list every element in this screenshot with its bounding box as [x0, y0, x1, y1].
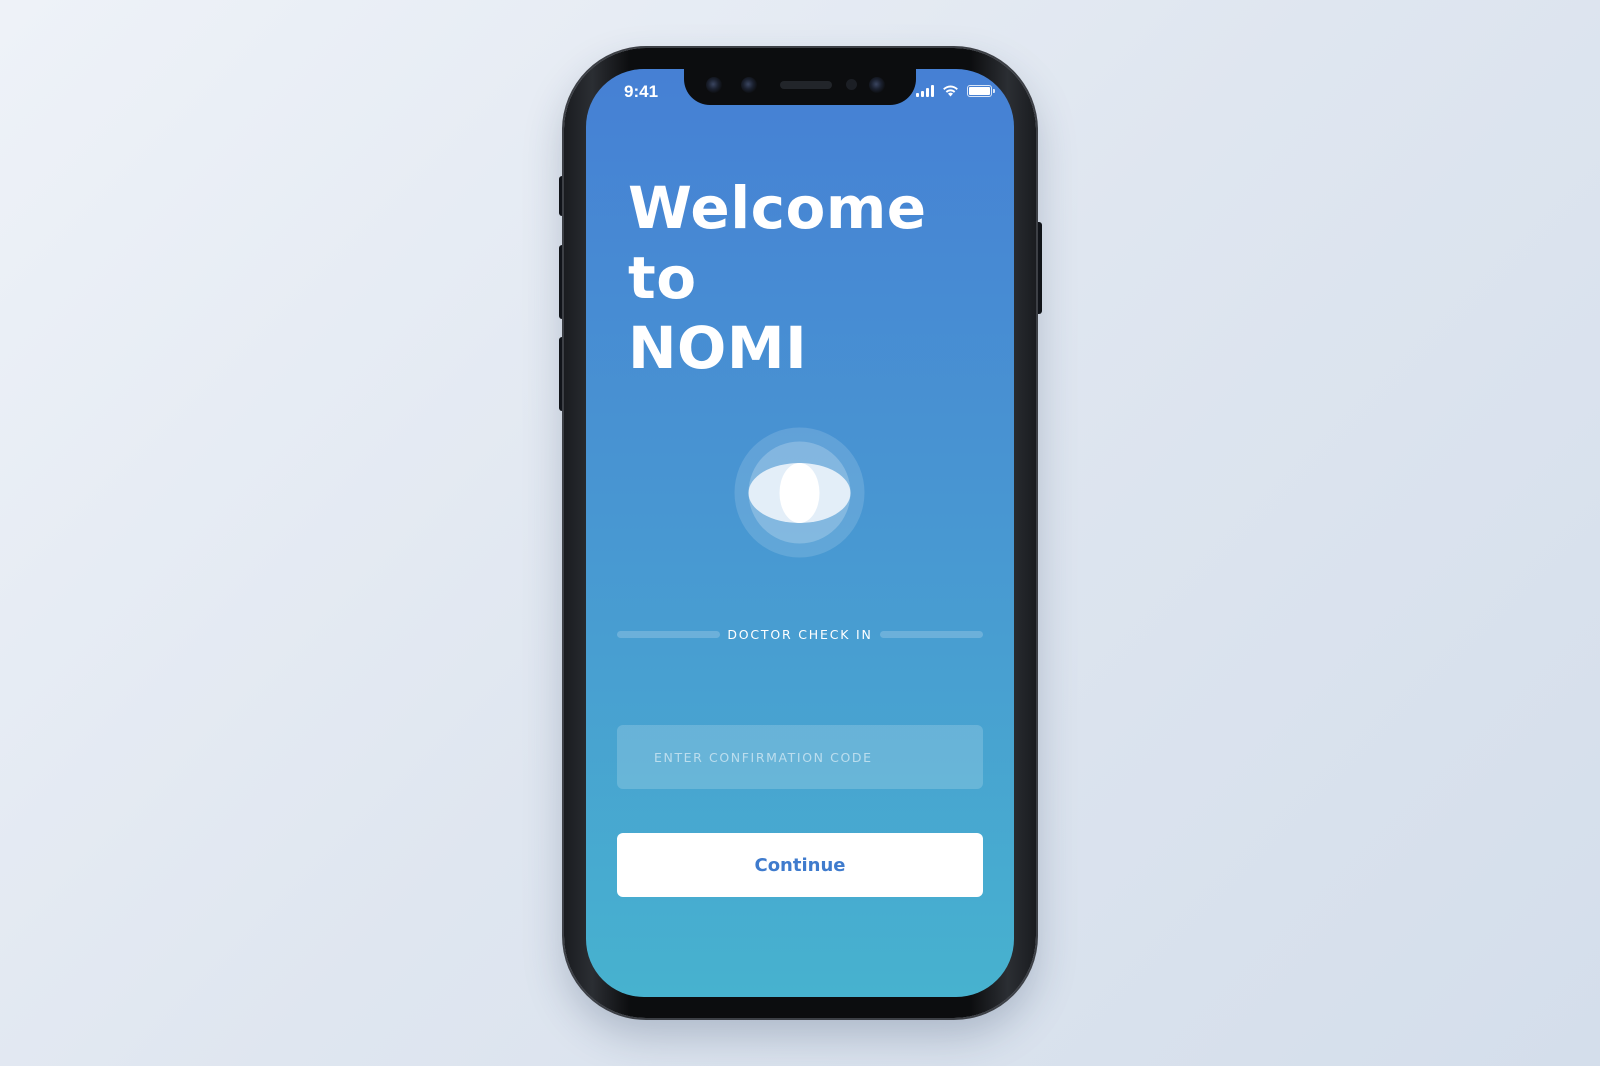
camera-icon — [706, 77, 722, 93]
continue-button[interactable]: Continue — [617, 833, 983, 897]
sensor-icon — [741, 77, 757, 93]
front-camera-icon — [869, 77, 885, 93]
divider-line-left — [617, 630, 720, 638]
status-time: 9:41 — [624, 82, 659, 101]
welcome-line-3: NOMI — [628, 314, 808, 382]
welcome-line-1: Welcome — [628, 174, 927, 242]
notch — [684, 69, 916, 105]
section-divider: DOCTOR CHECK IN — [617, 626, 983, 642]
welcome-line-2: to — [628, 244, 697, 312]
battery-icon — [967, 84, 995, 97]
earpiece-speaker — [780, 81, 832, 89]
wifi-icon — [943, 85, 958, 97]
section-label: DOCTOR CHECK IN — [727, 626, 873, 642]
cellular-signal-icon — [916, 84, 934, 97]
confirmation-code-input[interactable] — [617, 725, 983, 789]
phone-screen: 9:41 Welcome to NOMI DOCTOR CHECK IN Con… — [586, 69, 1014, 997]
nomi-eye-logo-icon — [734, 427, 865, 558]
status-icons — [916, 84, 995, 97]
proximity-sensor — [846, 79, 857, 90]
divider-line-right — [879, 630, 983, 638]
welcome-heading: Welcome to NOMI — [628, 173, 927, 383]
